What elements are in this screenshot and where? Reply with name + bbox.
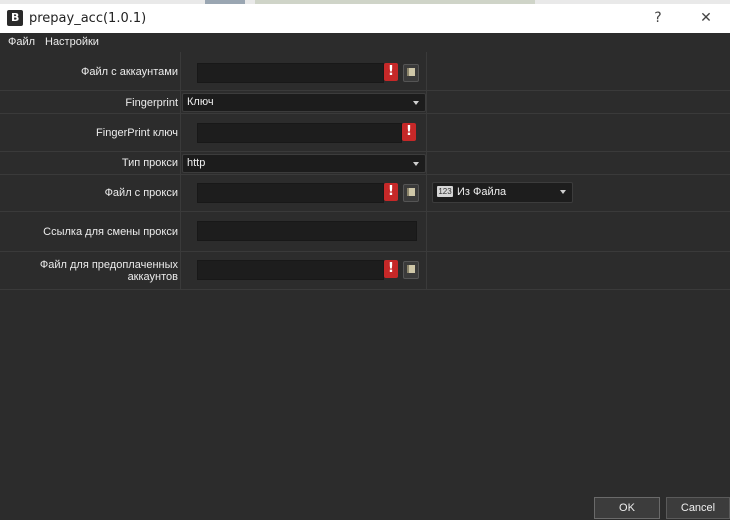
warning-icon: ! — [402, 123, 416, 141]
window-title: prepay_acc(1.0.1) — [29, 11, 147, 26]
fingerprint-key-input[interactable] — [197, 123, 402, 143]
prepaid-file-label-line2: аккаунтов — [127, 271, 178, 283]
proxy-type-select-value: http — [187, 157, 206, 169]
prepaid-file-input[interactable] — [197, 260, 384, 280]
accounts-file-label: Файл с аккаунтами — [81, 66, 178, 78]
chevron-down-icon — [560, 190, 566, 194]
warning-icon: ! — [384, 63, 398, 81]
fingerprint-key-label: FingerPrint ключ — [96, 127, 178, 139]
menu-settings[interactable]: Настройки — [45, 36, 99, 48]
proxy-type-label: Тип прокси — [121, 157, 178, 169]
browse-file-icon[interactable] — [403, 261, 419, 279]
prepaid-file-label-line1: Файл для предоплаченных — [39, 259, 178, 271]
close-button[interactable]: ✕ — [693, 7, 719, 29]
accounts-file-input[interactable] — [197, 63, 384, 83]
fingerprint-select-value: Ключ — [187, 96, 214, 108]
fingerprint-label: Fingerprint — [125, 97, 178, 109]
proxy-change-url-input[interactable] — [197, 221, 417, 241]
title-bar: B prepay_acc(1.0.1) ? ✕ — [0, 4, 730, 33]
numeric-source-icon: 123 — [437, 186, 453, 197]
fingerprint-select[interactable]: Ключ — [182, 93, 426, 112]
menu-file[interactable]: Файл — [8, 36, 35, 48]
menu-bar: Файл Настройки — [0, 33, 730, 52]
chevron-down-icon — [413, 101, 419, 105]
proxy-type-select[interactable]: http — [182, 154, 426, 173]
cancel-button[interactable]: Cancel — [666, 497, 730, 519]
proxy-file-label: Файл с прокси — [104, 187, 178, 199]
warning-icon: ! — [384, 183, 398, 201]
ok-button[interactable]: OK — [594, 497, 660, 519]
app-icon: B — [7, 10, 23, 26]
proxy-change-url-label: Ссылка для смены прокси — [43, 226, 178, 238]
proxy-source-value: Из Файла — [457, 186, 507, 198]
proxy-file-input[interactable] — [197, 183, 384, 203]
chevron-down-icon — [413, 162, 419, 166]
browse-file-icon[interactable] — [403, 64, 419, 82]
proxy-source-select[interactable]: 123 Из Файла — [432, 182, 573, 203]
warning-icon: ! — [384, 260, 398, 278]
help-button[interactable]: ? — [645, 7, 671, 29]
browse-file-icon[interactable] — [403, 184, 419, 202]
